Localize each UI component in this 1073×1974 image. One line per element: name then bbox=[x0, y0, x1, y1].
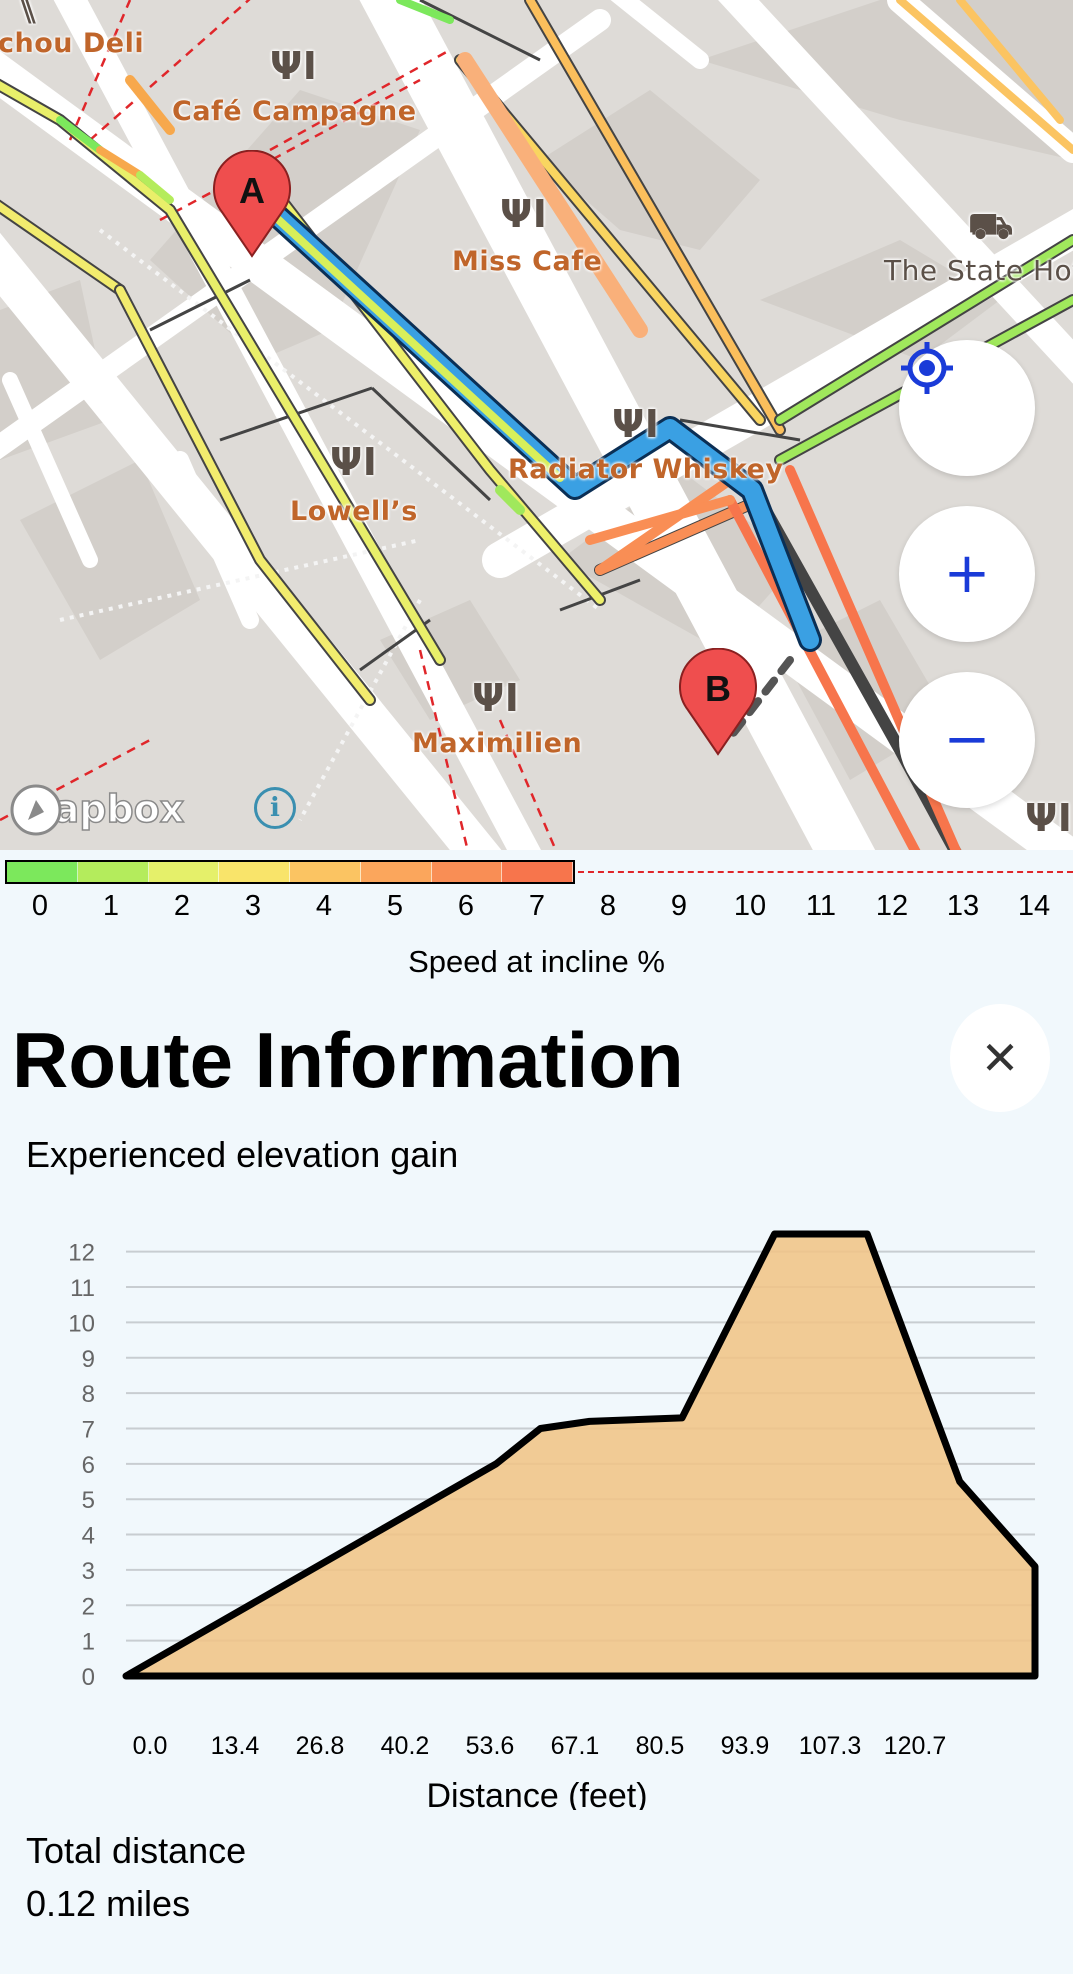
restaurant-icon: ΨI bbox=[270, 44, 318, 88]
chart-y-ticks: 0123456789101112 bbox=[68, 1240, 95, 1691]
poi-label-cafe-campagne: Café Campagne bbox=[172, 96, 417, 127]
legend-color-segment bbox=[431, 862, 503, 882]
restaurant-icon: ΨI bbox=[1025, 796, 1073, 840]
poi-label-chou-deli: chou Deli bbox=[0, 28, 145, 59]
legend-tick-label: 10 bbox=[733, 890, 767, 922]
legend-tick-label: 0 bbox=[31, 890, 49, 922]
chart-y-tick-label: 2 bbox=[82, 1593, 95, 1620]
legend-tick-label: 1 bbox=[102, 890, 120, 922]
legend-color-segment bbox=[502, 862, 573, 882]
poi-label-state-hotel: The State Hot bbox=[884, 254, 1073, 287]
chart-y-tick-label: 5 bbox=[82, 1487, 95, 1514]
chart-x-axis-label: Distance (feet) bbox=[426, 1777, 647, 1810]
chart-x-tick-label: 0.0 bbox=[133, 1732, 168, 1760]
poi-label-lowells: Lowell’s bbox=[290, 496, 418, 527]
chart-x-tick-label: 120.7 bbox=[884, 1732, 947, 1760]
poi-label-miss-cafe: Miss Cafe bbox=[452, 246, 603, 277]
legend-tick-label: 11 bbox=[805, 890, 837, 922]
legend-tick-label: 6 bbox=[457, 890, 475, 922]
chart-x-tick-label: 40.2 bbox=[381, 1732, 430, 1760]
legend-tick-label: 13 bbox=[946, 890, 980, 922]
chart-y-tick-label: 6 bbox=[82, 1452, 95, 1479]
poi-label-radiator-whiskey: Radiator Whiskey bbox=[508, 454, 784, 485]
start-marker-label: A bbox=[239, 170, 265, 211]
legend-tick-label: 3 bbox=[244, 890, 262, 922]
chart-x-tick-label: 67.1 bbox=[551, 1732, 600, 1760]
restaurant-icon: ΨI bbox=[612, 402, 660, 446]
minus-icon: − bbox=[943, 707, 991, 772]
restaurant-icon: ΨI bbox=[500, 192, 548, 236]
legend-tick-label: 7 bbox=[528, 890, 546, 922]
chart-x-tick-label: 26.8 bbox=[296, 1732, 345, 1760]
chart-y-tick-label: 10 bbox=[68, 1310, 95, 1337]
legend-tick-label: 2 bbox=[173, 890, 191, 922]
legend-tick-label: 4 bbox=[315, 890, 333, 922]
elevation-area bbox=[126, 1234, 1035, 1676]
total-distance-value: 0.12 miles bbox=[26, 1883, 191, 1924]
chart-y-tick-label: 9 bbox=[82, 1346, 95, 1373]
legend-title: Speed at incline % bbox=[408, 944, 665, 979]
poi-label-maximilien: Maximilien bbox=[412, 728, 583, 759]
chart-x-tick-label: 13.4 bbox=[211, 1732, 260, 1760]
legend-tick-label: 9 bbox=[670, 890, 688, 922]
legend-tick-label: 8 bbox=[599, 890, 617, 922]
chart-x-tick-label: 93.9 bbox=[721, 1732, 770, 1760]
chart-y-tick-label: 4 bbox=[82, 1523, 95, 1550]
legend-color-bar bbox=[5, 860, 575, 884]
legend-color-segment bbox=[219, 862, 290, 882]
chart-y-tick-label: 1 bbox=[82, 1629, 95, 1656]
end-marker-label: B bbox=[705, 668, 731, 709]
locate-button[interactable] bbox=[899, 340, 1035, 476]
mapbox-logo[interactable]: mapbox bbox=[8, 782, 185, 836]
plus-icon: + bbox=[943, 541, 991, 606]
legend-color-segment bbox=[290, 862, 361, 882]
start-marker[interactable]: A bbox=[210, 150, 294, 260]
end-marker[interactable]: B bbox=[676, 648, 760, 758]
chart-x-ticks: 0.0 13.4 26.8 40.2 53.6 67.1 80.5 93.9 107.3 120.… bbox=[133, 1732, 947, 1760]
total-distance-label: Total distance bbox=[26, 1830, 247, 1871]
chart-y-tick-label: 11 bbox=[70, 1275, 95, 1302]
close-button[interactable]: ✕ bbox=[950, 1004, 1050, 1112]
restaurant-icon: ΨI bbox=[330, 440, 378, 484]
chart-x-tick-label: 53.6 bbox=[466, 1732, 515, 1760]
elevation-chart: 0123456789101112 0.0 13.4 26.8 40.2 53.6 67.1… bbox=[68, 1230, 1039, 1810]
zoom-out-button[interactable]: − bbox=[899, 672, 1035, 808]
elevation-label: Experienced elevation gain bbox=[26, 1134, 459, 1175]
chart-y-tick-label: 3 bbox=[82, 1558, 95, 1585]
chart-y-tick-label: 12 bbox=[68, 1240, 95, 1267]
map-view[interactable]: ⑊ ΨI ΨI ΨI ΨI ΨI ΨI ⛟ chou Deli Café Cam… bbox=[0, 0, 1073, 850]
attribution-info-button[interactable]: i bbox=[254, 787, 296, 829]
legend-dashed-line bbox=[578, 871, 1073, 873]
legend-tick-label: 12 bbox=[875, 890, 909, 922]
chart-y-tick-label: 7 bbox=[82, 1416, 95, 1443]
hotel-icon: ⛟ bbox=[968, 206, 1014, 247]
legend-color-segment bbox=[7, 862, 78, 882]
zoom-in-button[interactable]: + bbox=[899, 506, 1035, 642]
legend-tick-label: 5 bbox=[386, 890, 404, 922]
chart-x-tick-label: 107.3 bbox=[799, 1732, 862, 1760]
restaurant-icon: ΨI bbox=[472, 676, 520, 720]
chart-y-tick-label: 8 bbox=[82, 1381, 95, 1408]
mapbox-compass-icon bbox=[10, 784, 62, 836]
legend-color-segment bbox=[148, 862, 220, 882]
legend-color-segment bbox=[77, 862, 149, 882]
chart-x-tick-label: 80.5 bbox=[636, 1732, 685, 1760]
legend-tick-label: 14 bbox=[1017, 890, 1051, 922]
incline-legend: 0 1 2 3 4 5 6 7 8 9 10 11 12 13 14 Speed at incline % bbox=[0, 850, 1073, 990]
route-info-title: Route Information bbox=[12, 1016, 684, 1104]
legend-color-segment bbox=[360, 862, 432, 882]
locate-icon bbox=[901, 342, 953, 394]
chart-y-tick-label: 0 bbox=[82, 1664, 95, 1691]
